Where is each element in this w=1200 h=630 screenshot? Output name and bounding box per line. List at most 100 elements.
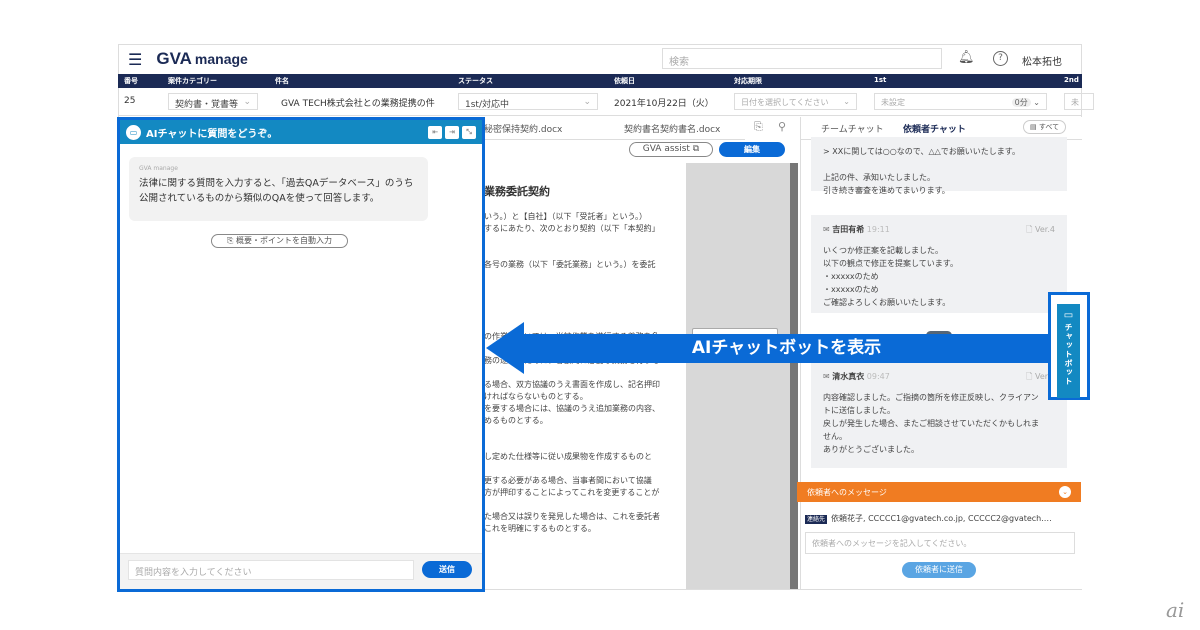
- watermark-logo: ai: [1166, 598, 1185, 622]
- gva-assist-button[interactable]: GVA assist ⧉: [629, 142, 713, 157]
- ai-chat-header: ▭ AIチャットに質問をどうぞ。 ⇤ ⇥ ⤡: [120, 120, 482, 144]
- logo[interactable]: GVA manage: [156, 49, 248, 69]
- message-time: 09:47: [866, 372, 890, 381]
- message-input[interactable]: 依頼者へのメッセージを記入してください。: [805, 532, 1075, 554]
- message-line: ・xxxxxのため: [823, 285, 879, 294]
- col-category: 案件カテゴリー: [168, 77, 217, 85]
- col-first: 1st: [874, 76, 887, 84]
- send-to-client-button[interactable]: 依頼者に送信: [902, 562, 976, 578]
- user-name[interactable]: 松本拓也: [1022, 53, 1062, 68]
- row-number: 25: [124, 96, 136, 106]
- document-line: するにあたり、次のとおり契約（以下「本契約」: [484, 224, 660, 233]
- first-assignee-select[interactable]: 未設定 0分 ⌄: [874, 93, 1047, 110]
- document-heading: 業務委託契約: [484, 185, 550, 198]
- file-compare-icon[interactable]: ⎘: [754, 120, 763, 134]
- version-link[interactable]: 🗋 Ver.4: [1026, 223, 1055, 236]
- bell-icon[interactable]: 🔔︎: [958, 50, 975, 65]
- category-select[interactable]: 契約書・覚書等 ⌄: [168, 93, 258, 110]
- ai-chat-panel: ▭ AIチャットに質問をどうぞ。 ⇤ ⇥ ⤡ GVA manage 法律に関する…: [117, 117, 485, 592]
- dock-right-icon[interactable]: ⇥: [445, 125, 459, 139]
- ai-chat-title: AIチャットに質問をどうぞ。: [146, 128, 278, 140]
- request-date: 2021年10月22日（火）: [614, 99, 714, 109]
- collapse-icon[interactable]: ⌄: [1059, 486, 1071, 498]
- sender-name: 清水真衣: [832, 372, 865, 381]
- document-line: ければならないものとする。: [484, 392, 588, 401]
- chat-icon: ▭: [1063, 310, 1074, 321]
- col-title: 件名: [275, 77, 289, 85]
- chat-message: ✉ 吉田有希 19:11 🗋 Ver.4 いくつか修正案を記載しました。以下の観点で…: [811, 215, 1067, 313]
- auto-fill-button[interactable]: ⎘ 概要・ポイントを自動入力: [211, 234, 348, 248]
- message-line: ・xxxxxのため: [823, 272, 879, 281]
- question-input[interactable]: 質問内容を入力してください: [128, 560, 414, 580]
- filter-button[interactable]: ▤ すべて: [1023, 120, 1067, 134]
- edit-button[interactable]: 編集: [719, 142, 785, 157]
- document-line: 各号の業務（以下「委託業務」という。）を委託: [484, 260, 656, 269]
- help-icon[interactable]: ?: [993, 51, 1008, 66]
- col-deadline: 対応期限: [734, 77, 762, 85]
- row-title[interactable]: GVA TECH株式会社との業務提携の件: [275, 93, 441, 110]
- callout-banner: AIチャットボットを表示: [523, 334, 1050, 363]
- message-line: せん。: [823, 432, 847, 441]
- message-line: 以下の観点で修正を提案しています。: [823, 259, 958, 268]
- table-header: 番号 案件カテゴリー 件名 ステータス 依頼日 対応期限 1st 2nd: [118, 74, 1082, 88]
- contacts: 連絡先 依頼花子, CCCCC1@gvatech.co.jp, CCCCC2@gv…: [805, 514, 1052, 524]
- mail-icon: ✉: [823, 372, 830, 381]
- mail-icon: ✉: [823, 225, 830, 234]
- menu-icon[interactable]: ☰: [128, 50, 142, 69]
- col-date: 依頼日: [614, 77, 635, 85]
- message-line: 戻しが発生した場合、またご相談させていただくかもしれま: [823, 419, 1039, 428]
- chat-icon: ▭: [126, 124, 141, 140]
- document-line: を要する場合には、協議のうえ追加業務の内容、: [484, 404, 660, 413]
- dock-left-icon[interactable]: ⇤: [428, 125, 442, 139]
- chat-message: > XXに関しては○○なので、△△でお願いいたします。 上記の件、承知いたしまし…: [811, 137, 1067, 195]
- doc-tab[interactable]: 契約書名契約書名.docx: [624, 122, 720, 135]
- document-line: し定めた仕様等に従い成果物を作成するものと: [484, 452, 652, 461]
- stamp-icon[interactable]: ⚲: [778, 120, 786, 133]
- table-row[interactable]: 25 契約書・覚書等 ⌄ GVA TECH株式会社との業務提携の件 1st/対応…: [118, 88, 1094, 116]
- document-line: 更する必要がある場合、当事者間において協議: [484, 476, 652, 485]
- doc-tab[interactable]: 秘密保持契約.docx: [484, 122, 562, 135]
- message-line: [823, 158, 1055, 171]
- message-line: > XXに関しては○○なので、△△でお願いいたします。: [823, 147, 1020, 156]
- callout-arrow: [486, 322, 524, 374]
- document-line: た場合又は誤りを発見した場合は、これを委託者: [484, 512, 660, 521]
- message-line: 内容確認しました。ご指摘の箇所を修正反映し、クライアン: [823, 393, 1039, 402]
- document-line: る場合、双方協議のうえ書面を作成し、記名押印: [484, 380, 660, 389]
- send-button[interactable]: 送信: [422, 561, 472, 578]
- message-time: 19:11: [866, 225, 890, 234]
- scrollbar[interactable]: [790, 163, 798, 589]
- bot-message: GVA manage 法律に関する質問を入力すると、「過去QAデータベース」のう…: [129, 157, 428, 221]
- document-line: 方が押印することによってこれを変更することが: [484, 488, 660, 497]
- message-line: 上記の件、承知いたしました。: [823, 173, 935, 182]
- col-number: 番号: [124, 77, 138, 85]
- second-assignee-select[interactable]: 未: [1064, 93, 1094, 110]
- message-line: ご確認よろしくお願いいたします。: [823, 298, 951, 307]
- tab-team-chat[interactable]: チームチャット: [821, 122, 884, 135]
- message-line: ありがとうございました。: [823, 445, 919, 454]
- col-second: 2nd: [1064, 76, 1079, 84]
- document-margin: [686, 163, 790, 589]
- sender-name: 吉田有希: [832, 225, 865, 234]
- chatbot-tab[interactable]: ▭ チャットボット: [1057, 304, 1080, 398]
- document-line: めるものとする。: [484, 416, 548, 425]
- message-bar[interactable]: 依頼者へのメッセージ ⌄: [797, 482, 1081, 502]
- col-status: ステータス: [458, 77, 493, 85]
- minimize-icon[interactable]: ⤡: [462, 125, 476, 139]
- document-line: いう。）と【自社】（以下「受託者」という。）: [484, 212, 648, 221]
- message-line: いくつか修正案を記載しました。: [823, 246, 943, 255]
- status-select[interactable]: 1st/対応中 ⌄: [458, 93, 598, 110]
- chat-message: ✉ 清水真衣 09:47 🗋 Ver.4 内容確認しました。ご指摘の箇所を修正反映し…: [811, 362, 1067, 468]
- message-line: トに送信しました。: [823, 406, 895, 415]
- deadline-picker[interactable]: 日付を選択してください ⌄: [734, 93, 857, 110]
- search-input[interactable]: 検索: [662, 48, 942, 69]
